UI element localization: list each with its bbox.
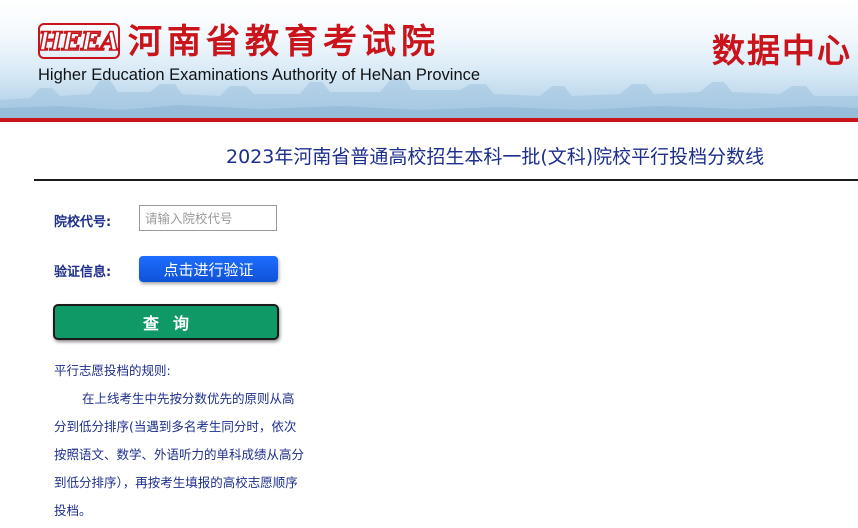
verify-button[interactable]: 点击进行验证 [139,256,278,282]
school-code-input[interactable] [139,205,277,231]
header-banner: HEEA 河南省教育考试院 Higher Education Examinati… [0,0,858,118]
rules-section: 平行志愿投档的规则: 在上线考生中先按分数优先的原则从高分到低分排序(当遇到多名… [54,357,304,525]
heea-logo: HEEA [38,23,120,59]
rules-title: 平行志愿投档的规则: [54,363,171,378]
org-name-en: Higher Education Examinations Authority … [38,66,481,84]
verify-label: 验证信息: [54,265,112,280]
data-center-title: 数据中心 [712,31,852,70]
page-title: 2023年河南省普通高校招生本科一批(文科)院校平行投档分数线 [226,146,765,168]
title-divider [34,179,858,181]
rules-body: 在上线考生中先按分数优先的原则从高分到低分排序(当遇到多名考生同分时，依次按照语… [54,391,305,518]
org-name-cn: 河南省教育考试院 [128,22,440,62]
header-divider [0,118,858,122]
query-button[interactable]: 查询 [53,304,279,340]
school-code-label: 院校代号: [54,215,112,230]
logo-text: HEEA [38,27,120,56]
